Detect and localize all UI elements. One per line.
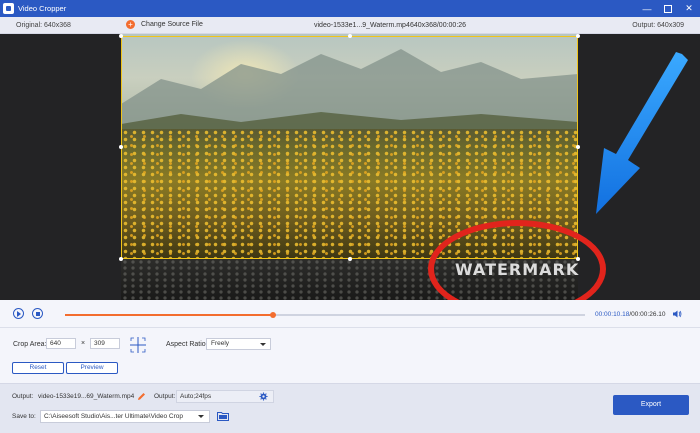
window-title: Video Cropper bbox=[18, 4, 67, 13]
progress-thumb[interactable] bbox=[270, 312, 276, 318]
progress-track[interactable] bbox=[65, 312, 585, 318]
save-path-select[interactable]: C:\Aiseesoft Studio\Ais...ter Ultimate\V… bbox=[40, 410, 210, 423]
stop-icon bbox=[35, 311, 40, 316]
aspect-ratio-label: Aspect Ratio: bbox=[166, 341, 208, 348]
chevron-down-icon bbox=[198, 415, 204, 418]
crop-width-input[interactable]: 640 bbox=[46, 338, 76, 349]
maximize-button[interactable] bbox=[664, 4, 672, 13]
output-panel: Output: video-1533e19...69_Waterm.mp4 Ou… bbox=[0, 383, 700, 433]
times-sign: × bbox=[81, 340, 86, 347]
total-time: /00:00:26.10 bbox=[629, 311, 666, 318]
save-path-value: C:\Aiseesoft Studio\Ais...ter Ultimate\V… bbox=[44, 413, 183, 420]
blue-arrow-annotation bbox=[596, 52, 688, 214]
save-to-label: Save to: bbox=[12, 413, 36, 420]
output-format-value: Auto;24fps bbox=[180, 393, 212, 400]
current-time: 00:00:10.18 bbox=[595, 311, 630, 318]
info-bar: Original: 640x368 + Change Source File v… bbox=[0, 17, 700, 34]
preview-button[interactable]: Preview bbox=[66, 362, 118, 374]
aspect-ratio-select[interactable]: Freely bbox=[206, 338, 271, 350]
reset-button[interactable]: Reset bbox=[12, 362, 64, 374]
center-crop-icon[interactable] bbox=[129, 336, 147, 354]
output-file-name: video-1533e19...69_Waterm.mp4 bbox=[38, 393, 135, 400]
progress-fill bbox=[65, 314, 273, 316]
app-logo-icon bbox=[3, 3, 14, 14]
output-format-label: Output: bbox=[154, 393, 176, 400]
minimize-button[interactable]: — bbox=[642, 4, 652, 14]
title-bar: Video Cropper — ✕ bbox=[0, 0, 700, 17]
close-button[interactable]: ✕ bbox=[684, 3, 694, 14]
play-icon bbox=[17, 310, 21, 317]
playback-bar: 00:00:10.18/00:00:26.10 bbox=[0, 300, 700, 328]
crop-handle[interactable] bbox=[576, 34, 580, 38]
chevron-down-icon bbox=[260, 343, 266, 346]
source-file-name: video-1533e1...9_Waterm.mp4 bbox=[314, 22, 410, 29]
crop-handle[interactable] bbox=[119, 257, 123, 261]
plus-icon: + bbox=[126, 20, 135, 29]
crop-handle[interactable] bbox=[348, 257, 352, 261]
gear-icon[interactable] bbox=[259, 392, 268, 401]
change-source-button[interactable]: + Change Source File bbox=[126, 20, 203, 29]
edit-pencil-icon[interactable] bbox=[137, 392, 146, 401]
crop-handle[interactable] bbox=[119, 34, 123, 38]
stage-left-margin bbox=[0, 34, 121, 300]
change-source-label: Change Source File bbox=[141, 21, 203, 28]
export-button[interactable]: Export bbox=[613, 395, 689, 415]
source-file-meta: 640x368/00:00:26 bbox=[410, 22, 467, 29]
crop-handle[interactable] bbox=[348, 34, 352, 38]
output-size-label: Output: 640x309 bbox=[632, 22, 684, 29]
stop-button[interactable] bbox=[32, 308, 43, 319]
crop-handle[interactable] bbox=[576, 145, 580, 149]
aspect-ratio-value: Freely bbox=[211, 340, 230, 347]
folder-icon[interactable] bbox=[217, 411, 229, 421]
crop-controls: Crop Area: 640 × 309 Aspect Ratio: Freel… bbox=[0, 328, 700, 383]
play-button[interactable] bbox=[13, 308, 24, 319]
crop-handle[interactable] bbox=[119, 145, 123, 149]
output-file-label: Output: bbox=[12, 393, 34, 400]
time-display: 00:00:10.18/00:00:26.10 bbox=[595, 311, 666, 318]
original-size-label: Original: 640x368 bbox=[16, 22, 71, 29]
volume-icon[interactable] bbox=[672, 309, 682, 319]
crop-area-label: Crop Area: bbox=[13, 341, 47, 348]
crop-height-input[interactable]: 309 bbox=[90, 338, 120, 349]
